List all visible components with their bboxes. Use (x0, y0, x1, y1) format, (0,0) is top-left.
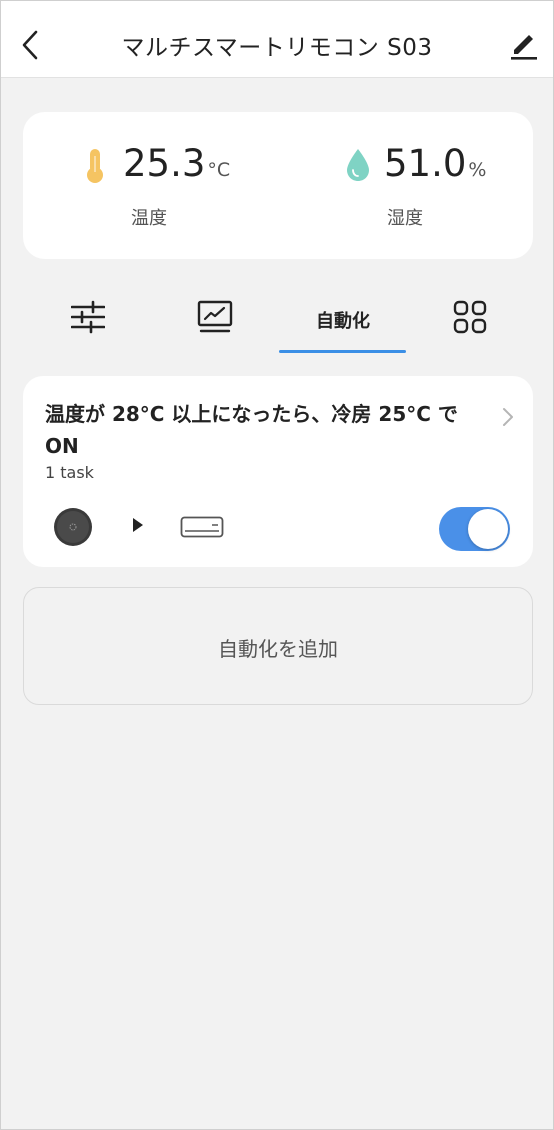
tab-more[interactable] (405, 283, 533, 353)
pencil-icon (511, 35, 537, 60)
edit-button[interactable] (507, 29, 541, 63)
water-drop-icon (347, 149, 369, 181)
humidity-reading: 51.0% 湿度 (278, 112, 533, 259)
temperature-reading: 25.3 °C 温度 (23, 112, 278, 259)
sensor-card: 25.3 °C 温度 51.0% 湿度 (23, 112, 533, 259)
humidity-unit: % (468, 159, 487, 181)
automation-card[interactable]: 温度が 28°C 以上になったら、冷房 25°C でON 1 task (23, 376, 533, 567)
sliders-icon (71, 300, 105, 334)
tab-automation[interactable]: 自動化 (279, 283, 407, 353)
chart-monitor-icon (197, 300, 233, 333)
toggle-knob (468, 509, 508, 549)
automation-task-count: 1 task (45, 463, 94, 482)
thermometer-icon (87, 149, 103, 183)
humidity-value: 51.0% (384, 142, 487, 185)
tab-bar: 自動化 (1, 283, 553, 355)
grid-icon (453, 300, 487, 334)
temperature-label: 温度 (131, 208, 167, 229)
chevron-right-icon (503, 408, 513, 426)
tab-statistics[interactable] (151, 283, 279, 353)
play-icon (133, 518, 143, 532)
humidity-label: 湿度 (387, 208, 423, 229)
automation-toggle[interactable] (439, 507, 510, 551)
add-automation-button[interactable]: 自動化を追加 (23, 587, 533, 705)
tab-controls[interactable] (25, 283, 153, 353)
page-title: マルチスマートリモコン S03 (121, 35, 433, 61)
temperature-unit: °C (207, 159, 231, 181)
back-button[interactable] (15, 27, 47, 63)
automation-title: 温度が 28°C 以上になったら、冷房 25°C でON (45, 402, 458, 458)
hub-device-icon (54, 508, 92, 546)
top-bar: マルチスマートリモコン S03 (1, 1, 553, 78)
temperature-value: 25.3 °C (123, 142, 231, 185)
chevron-left-icon (22, 30, 38, 60)
air-conditioner-icon (180, 516, 224, 538)
active-tab-indicator (279, 350, 406, 353)
add-automation-label: 自動化を追加 (218, 637, 338, 661)
tab-automation-label: 自動化 (316, 311, 370, 332)
